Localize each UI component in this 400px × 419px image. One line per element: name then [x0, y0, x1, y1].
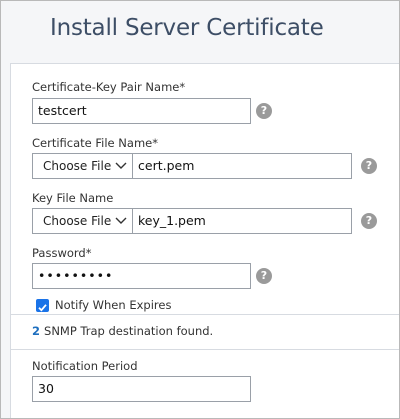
section-divider: [11, 349, 399, 350]
snmp-count[interactable]: 2: [32, 324, 40, 338]
page-title: Install Server Certificate: [50, 15, 324, 41]
help-icon[interactable]: ?: [256, 268, 272, 284]
section-divider: [11, 314, 399, 315]
checkbox-checked-icon: [38, 304, 47, 312]
help-icon[interactable]: ?: [361, 213, 377, 229]
cert-file-name-label: Certificate File Name*: [32, 136, 158, 150]
chevron-down-icon: [115, 217, 127, 224]
cert-choose-file-label: Choose File: [43, 159, 112, 173]
key-file-name-label: Key File Name: [32, 191, 114, 205]
help-icon[interactable]: ?: [361, 158, 377, 174]
password-label: Password*: [32, 246, 92, 260]
install-server-certificate-dialog: Install Server Certificate Certificate-K…: [0, 0, 400, 419]
notification-period-label: Notification Period: [32, 359, 138, 373]
key-file-name-field[interactable]: key_1.pem: [133, 208, 352, 234]
form-panel: Certificate-Key Pair Name* testcert ? Ce…: [10, 63, 399, 418]
notify-when-expires-checkbox[interactable]: [36, 299, 49, 312]
help-icon[interactable]: ?: [256, 103, 272, 119]
cert-choose-file-button[interactable]: Choose File: [32, 153, 133, 179]
snmp-text: SNMP Trap destination found.: [44, 324, 214, 338]
notification-period-input[interactable]: 30: [32, 376, 251, 402]
key-choose-file-label: Choose File: [43, 214, 112, 228]
cert-key-pair-name-label: Certificate-Key Pair Name*: [32, 80, 186, 94]
snmp-trap-info: 2 SNMP Trap destination found.: [32, 324, 213, 338]
notify-when-expires-label: Notify When Expires: [55, 298, 172, 312]
chevron-down-icon: [115, 162, 127, 169]
password-input[interactable]: •••••••••: [32, 263, 251, 289]
key-choose-file-button[interactable]: Choose File: [32, 208, 133, 234]
cert-key-pair-name-input[interactable]: testcert: [32, 98, 251, 124]
cert-file-name-field[interactable]: cert.pem: [133, 153, 352, 179]
